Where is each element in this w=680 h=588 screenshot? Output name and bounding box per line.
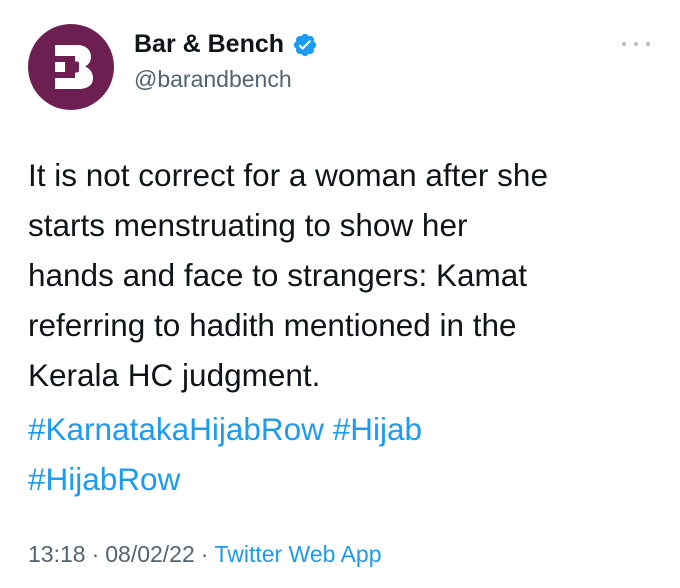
tweet-text-line: starts menstruating to show her [28,207,468,243]
tweet-date[interactable]: 08/02/22 [105,541,195,568]
more-dot [634,42,638,46]
avatar[interactable] [28,24,114,110]
more-dot [622,42,626,46]
tweet-source-link[interactable]: Twitter Web App [214,541,381,568]
tweet-text-line: It is not correct for a woman after she [28,157,548,193]
hashtag-link[interactable]: #KarnatakaHijabRow [28,411,324,447]
meta-separator: · [200,541,209,567]
hashtag-link[interactable]: #Hijab [333,411,422,447]
meta-separator: · [91,541,100,567]
hashtag-line: #HijabRow [28,454,658,504]
author-display-name[interactable]: Bar & Bench [134,30,284,59]
hashtag-link[interactable]: #HijabRow [28,461,180,497]
author-name-row: Bar & Bench [134,30,318,59]
hashtag-line: #KarnatakaHijabRow #Hijab [28,404,658,454]
tweet-text: It is not correct for a woman after she … [28,150,658,400]
author-handle[interactable]: @barandbench [134,66,292,93]
bar-and-bench-logo [49,45,93,89]
verified-badge-icon [293,33,317,56]
more-horizontal-icon[interactable] [622,34,650,54]
tweet-hashtags: #KarnatakaHijabRow #Hijab #HijabRow [28,404,658,504]
tweet-text-line: hands and face to strangers: Kamat [28,257,528,293]
tweet-card: Bar & Bench @barandbench It is not corre… [0,0,680,588]
tweet-text-line: Kerala HC judgment. [28,357,321,393]
tweet-meta: 13:18 · 08/02/22 · Twitter Web App [28,541,381,568]
more-dot [646,42,650,46]
tweet-text-line: referring to hadith mentioned in the [28,307,517,343]
tweet-time[interactable]: 13:18 [28,541,86,568]
